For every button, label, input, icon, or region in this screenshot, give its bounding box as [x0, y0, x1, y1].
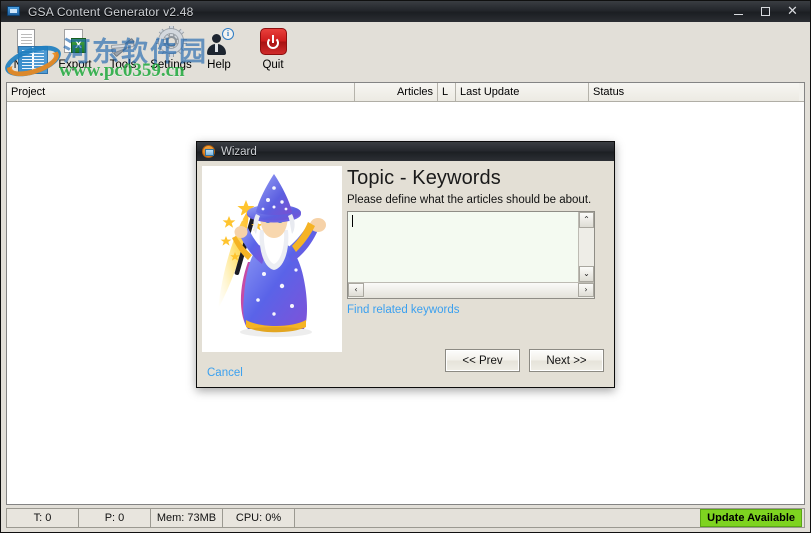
wizard-character-illustration — [202, 166, 342, 352]
update-available-badge[interactable]: Update Available — [700, 509, 802, 527]
horizontal-scroll-track[interactable] — [364, 283, 578, 298]
next-button[interactable]: Next >> — [529, 349, 604, 372]
wizard-subtitle: Please define what the articles should b… — [347, 194, 592, 206]
status-spacer — [295, 509, 700, 527]
power-off-icon — [253, 25, 293, 58]
wizard-heading: Topic - Keywords — [347, 167, 501, 189]
wizard-dialog: Wizard Topic - Keywords Please define wh… — [196, 141, 615, 388]
toolbar-label-settings: Settings — [150, 59, 192, 71]
keywords-horizontal-scrollbar[interactable]: ‹ › — [348, 282, 594, 298]
wizard-content: Topic - Keywords Please define what the … — [347, 167, 608, 316]
wizard-footer: Cancel << Prev Next >> — [197, 337, 614, 387]
scroll-left-icon[interactable]: ‹ — [348, 283, 364, 297]
toolbar-label-quit: Quit — [262, 59, 284, 71]
status-projects: P: 0 — [79, 509, 151, 527]
status-memory: Mem: 73MB — [151, 509, 223, 527]
wizard-navigation-buttons: << Prev Next >> — [445, 349, 604, 372]
wizard-titlebar[interactable]: Wizard — [197, 142, 614, 161]
window-title: GSA Content Generator v2.48 — [28, 4, 194, 19]
toolbar-button-quit[interactable]: Quit — [249, 22, 297, 80]
vertical-scroll-track[interactable] — [579, 228, 594, 266]
find-related-keywords-link[interactable]: Find related keywords — [347, 304, 608, 316]
app-monitor-icon — [6, 5, 22, 19]
tools-wrench-icon — [103, 25, 143, 58]
column-header-articles[interactable]: Articles — [355, 83, 438, 101]
wizard-title: Wizard — [221, 145, 257, 158]
keywords-input[interactable] — [348, 212, 578, 282]
minimize-button[interactable] — [725, 2, 752, 21]
window-titlebar[interactable]: GSA Content Generator v2.48 ✕ — [1, 1, 810, 22]
text-caret — [352, 215, 353, 227]
toolbar-button-export[interactable]: X Export — [51, 22, 99, 80]
wizard-body: Topic - Keywords Please define what the … — [197, 161, 614, 387]
main-toolbar: NEW X Export Tools Settings i Help Quit … — [1, 22, 810, 83]
prev-button[interactable]: << Prev — [445, 349, 520, 372]
new-document-icon — [7, 25, 47, 58]
scroll-down-icon[interactable]: ⌄ — [579, 266, 594, 282]
maximize-button[interactable] — [752, 2, 779, 21]
help-person-info-icon: i — [199, 25, 239, 58]
column-header-l[interactable]: L — [438, 83, 456, 101]
toolbar-label-tools: Tools — [109, 59, 137, 71]
toolbar-button-help[interactable]: i Help — [195, 22, 243, 80]
column-header-status[interactable]: Status — [589, 83, 799, 101]
export-excel-icon: X — [55, 25, 95, 58]
status-threads: T: 0 — [7, 509, 79, 527]
keywords-textarea-container: ⌃ ⌄ ‹ › — [347, 211, 595, 299]
toolbar-label-new: NEW — [13, 59, 41, 71]
toolbar-button-new[interactable]: NEW — [3, 22, 51, 80]
close-button[interactable]: ✕ — [779, 2, 806, 21]
status-cpu: CPU: 0% — [223, 509, 295, 527]
scroll-right-icon[interactable]: › — [578, 283, 594, 297]
wizard-window-icon — [202, 145, 215, 158]
keywords-vertical-scrollbar[interactable]: ⌃ ⌄ — [578, 212, 594, 282]
toolbar-button-settings[interactable]: Settings — [147, 22, 195, 80]
column-header-last-update[interactable]: Last Update — [456, 83, 589, 101]
cancel-link[interactable]: Cancel — [207, 367, 243, 379]
column-header-project[interactable]: Project — [7, 83, 355, 101]
toolbar-button-tools[interactable]: Tools — [99, 22, 147, 80]
keywords-textarea-row: ⌃ ⌄ — [348, 212, 594, 282]
scroll-up-icon[interactable]: ⌃ — [579, 212, 594, 228]
status-bar: T: 0 P: 0 Mem: 73MB CPU: 0% Update Avail… — [6, 508, 805, 528]
gear-icon — [151, 25, 191, 58]
toolbar-label-export: Export — [58, 59, 92, 71]
window-controls: ✕ — [725, 1, 806, 22]
toolbar-label-help: Help — [207, 59, 231, 71]
project-list-header: Project Articles L Last Update Status — [7, 83, 804, 102]
